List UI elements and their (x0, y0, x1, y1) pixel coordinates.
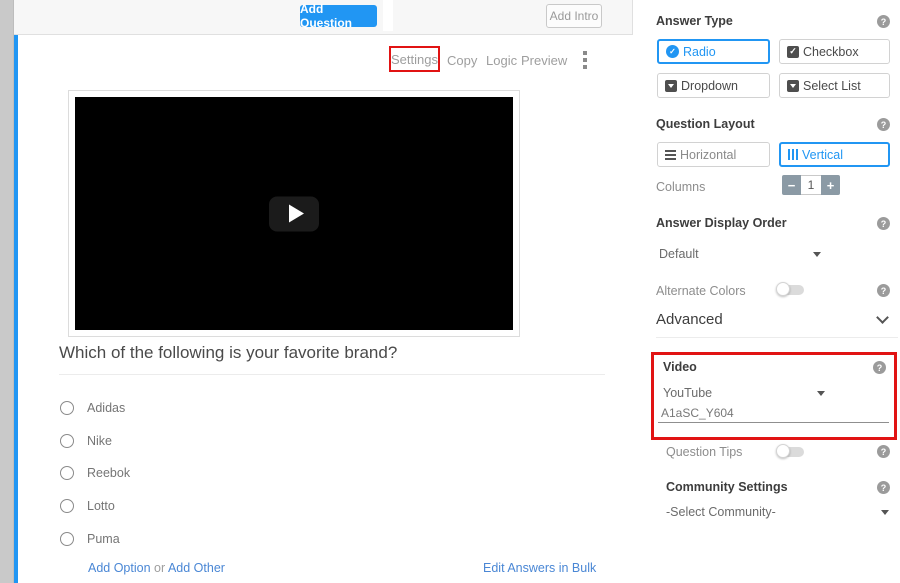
community-settings-label: Community Settings (666, 480, 788, 494)
question-layout-label: Question Layout (656, 117, 755, 131)
layout-option-label: Vertical (802, 148, 843, 162)
radio-selected-icon: ✓ (666, 45, 679, 58)
dropdown-icon (665, 80, 677, 92)
columns-label: Columns (656, 180, 705, 194)
option-label[interactable]: Reebok (87, 466, 130, 480)
answer-display-order-help-icon[interactable]: ? (877, 217, 890, 230)
answer-type-label: Answer Type (656, 14, 733, 28)
radio-circle[interactable] (60, 532, 74, 546)
layout-vertical-button[interactable]: Vertical (779, 142, 890, 167)
video-provider-select[interactable]: YouTube (663, 386, 712, 400)
alternate-colors-help-icon[interactable]: ? (877, 284, 890, 297)
columns-value[interactable]: 1 (801, 175, 821, 195)
add-question-button[interactable]: Add Question (300, 5, 377, 27)
radio-circle[interactable] (60, 401, 74, 415)
advanced-chevron-down-icon[interactable] (876, 311, 889, 324)
columns-decrement-button[interactable]: − (782, 175, 801, 195)
video-help-icon[interactable]: ? (873, 361, 886, 374)
radio-circle[interactable] (60, 434, 74, 448)
option-label[interactable]: Lotto (87, 499, 115, 513)
answer-type-help-icon[interactable]: ? (877, 15, 890, 28)
video-player (75, 97, 513, 330)
video-frame (68, 90, 520, 337)
columns-stepper: − 1 + (782, 175, 840, 195)
answer-option-row: Reebok (60, 465, 130, 481)
answer-type-dropdown-button[interactable]: Dropdown (657, 73, 770, 98)
option-label[interactable]: Puma (87, 532, 120, 546)
answer-type-option-label: Dropdown (681, 79, 738, 93)
topbar-gap (383, 0, 393, 31)
left-rail (0, 0, 14, 583)
alternate-colors-label: Alternate Colors (656, 284, 746, 298)
vertical-layout-icon (788, 149, 798, 160)
tab-copy[interactable]: Copy (447, 53, 477, 68)
settings-tab-annotation-box: Settings (389, 46, 440, 72)
add-intro-button[interactable]: Add Intro (546, 4, 602, 28)
alternate-colors-toggle[interactable] (776, 282, 804, 297)
edit-answers-in-bulk-link[interactable]: Edit Answers in Bulk (483, 561, 596, 575)
question-title[interactable]: Which of the following is your favorite … (59, 343, 605, 375)
community-settings-help-icon[interactable]: ? (877, 481, 890, 494)
or-text: or (154, 561, 165, 575)
answer-option-row: Nike (60, 433, 112, 449)
community-select[interactable]: -Select Community- (666, 505, 776, 519)
tab-settings[interactable]: Settings (391, 52, 438, 67)
answer-type-option-label: Select List (803, 79, 861, 93)
community-select-caret-icon[interactable] (881, 510, 889, 515)
video-id-underline (658, 422, 889, 423)
video-id-input[interactable]: A1aSC_Y604 (661, 406, 734, 420)
advanced-section-header[interactable]: Advanced (656, 311, 723, 328)
select-list-icon (787, 80, 799, 92)
option-label[interactable]: Nike (87, 434, 112, 448)
display-order-caret-icon[interactable] (813, 252, 821, 257)
add-option-link[interactable]: Add Option (88, 561, 151, 575)
play-icon[interactable] (269, 196, 319, 231)
display-order-select[interactable]: Default (659, 247, 699, 261)
divider (656, 337, 898, 338)
layout-option-label: Horizontal (680, 148, 736, 162)
tab-logic[interactable]: Logic (486, 53, 517, 68)
answer-type-selectlist-button[interactable]: Select List (779, 73, 890, 98)
answer-option-row: Puma (60, 531, 120, 547)
tab-preview[interactable]: Preview (521, 53, 567, 68)
answer-display-order-label: Answer Display Order (656, 216, 787, 230)
answer-type-option-label: Checkbox (803, 45, 859, 59)
option-links: Add Option or Add Other (88, 561, 225, 575)
answer-type-option-label: Radio (683, 45, 716, 59)
video-label: Video (663, 360, 697, 374)
question-layout-help-icon[interactable]: ? (877, 118, 890, 131)
answer-option-row: Adidas (60, 400, 125, 416)
radio-circle[interactable] (60, 499, 74, 513)
answer-type-radio-button[interactable]: ✓ Radio (657, 39, 770, 64)
columns-increment-button[interactable]: + (821, 175, 840, 195)
question-tips-help-icon[interactable]: ? (877, 445, 890, 458)
checkbox-icon: ✓ (787, 46, 799, 58)
video-provider-caret-icon[interactable] (817, 391, 825, 396)
add-other-link[interactable]: Add Other (168, 561, 225, 575)
radio-circle[interactable] (60, 466, 74, 480)
answer-type-checkbox-button[interactable]: ✓ Checkbox (779, 39, 890, 64)
question-tips-label: Question Tips (666, 445, 742, 459)
layout-horizontal-button[interactable]: Horizontal (657, 142, 770, 167)
survey-builder-screen: Add Question Add Intro Settings Copy Log… (0, 0, 900, 583)
question-tips-toggle[interactable] (776, 444, 804, 459)
answer-option-row: Lotto (60, 498, 115, 514)
option-label[interactable]: Adidas (87, 401, 125, 415)
horizontal-layout-icon (665, 150, 676, 160)
more-options-icon[interactable] (583, 51, 587, 69)
